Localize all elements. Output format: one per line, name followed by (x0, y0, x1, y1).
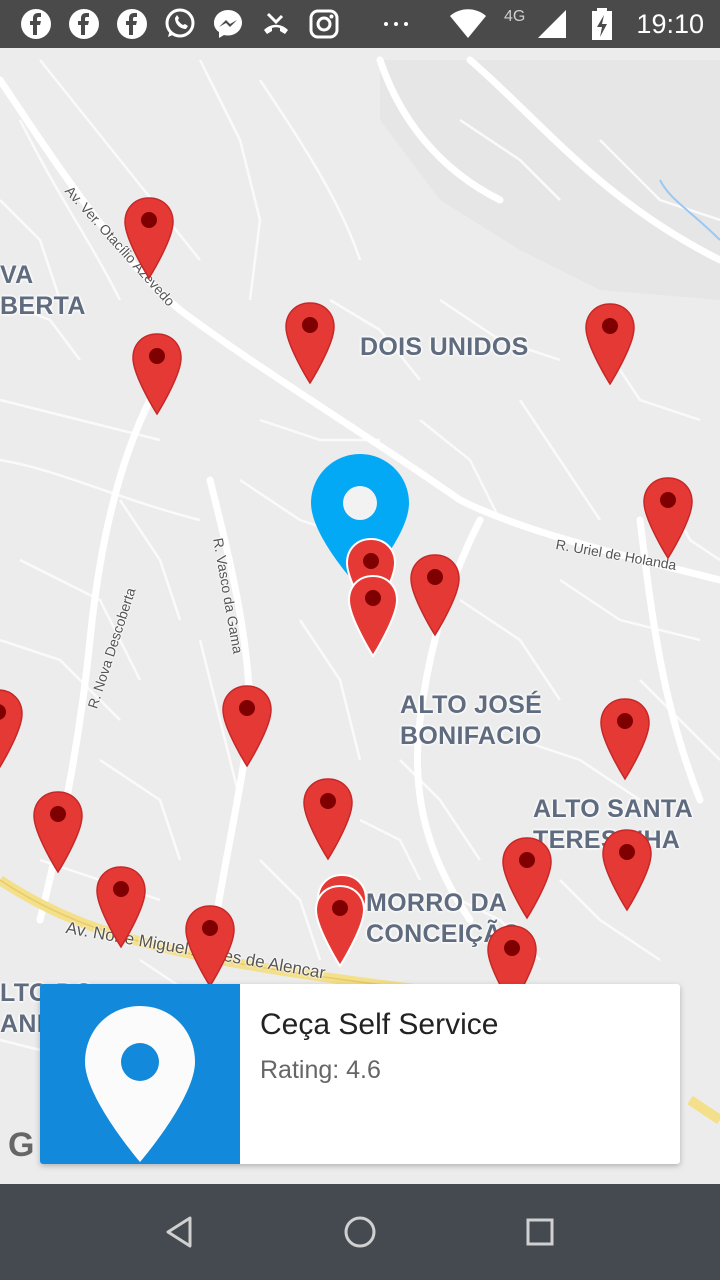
messenger-icon (214, 10, 242, 38)
map-marker-icon[interactable] (131, 332, 183, 416)
whatsapp-icon (165, 8, 195, 38)
map-marker-icon[interactable] (409, 553, 461, 637)
wifi-icon (450, 9, 486, 38)
map-marker-icon[interactable] (221, 684, 273, 768)
facebook-icon (117, 9, 147, 39)
google-logo: G (8, 1126, 35, 1164)
map-marker-icon[interactable] (123, 196, 175, 280)
map-marker-icon[interactable] (95, 865, 147, 949)
home-icon[interactable] (336, 1208, 384, 1256)
map-marker-icon[interactable] (0, 688, 24, 772)
map-marker-icon[interactable] (302, 777, 354, 861)
clock: 19:10 (636, 9, 704, 39)
map-marker-icon[interactable] (314, 884, 366, 968)
more-dots-icon (384, 22, 408, 26)
place-title: Ceça Self Service (260, 1008, 499, 1041)
map-marker-icon[interactable] (347, 574, 399, 658)
map-marker-icon[interactable] (642, 476, 694, 560)
map-marker-icon[interactable] (284, 301, 336, 385)
instagram-icon (309, 9, 339, 39)
signal-icon (538, 10, 566, 38)
recents-icon[interactable] (516, 1208, 564, 1256)
area-label: DOIS UNIDOS (360, 333, 529, 361)
area-label: VA BERTA (0, 261, 86, 320)
place-info-card[interactable]: Ceça Self Service Rating: 4.6 (40, 984, 680, 1164)
back-icon[interactable] (156, 1208, 204, 1256)
map-marker-icon[interactable] (184, 904, 236, 988)
map-marker-icon[interactable] (501, 836, 553, 920)
missed-call-icon (264, 12, 288, 34)
map-marker-icon[interactable] (32, 790, 84, 874)
facebook-icon (69, 9, 99, 39)
network-type: 4G (504, 8, 526, 25)
place-thumbnail (40, 984, 240, 1164)
place-rating: Rating: 4.6 (260, 1056, 381, 1084)
location-pin-icon (85, 1006, 195, 1162)
map-marker-icon[interactable] (601, 828, 653, 912)
area-label: ALTO JOSÉ BONIFACIO (400, 691, 543, 750)
facebook-icon (21, 9, 51, 39)
battery-charging-icon (592, 8, 612, 40)
status-bar: 4G 19:10 (0, 0, 720, 48)
navigation-bar (0, 1184, 720, 1280)
map-marker-icon[interactable] (599, 697, 651, 781)
map-marker-icon[interactable] (584, 302, 636, 386)
